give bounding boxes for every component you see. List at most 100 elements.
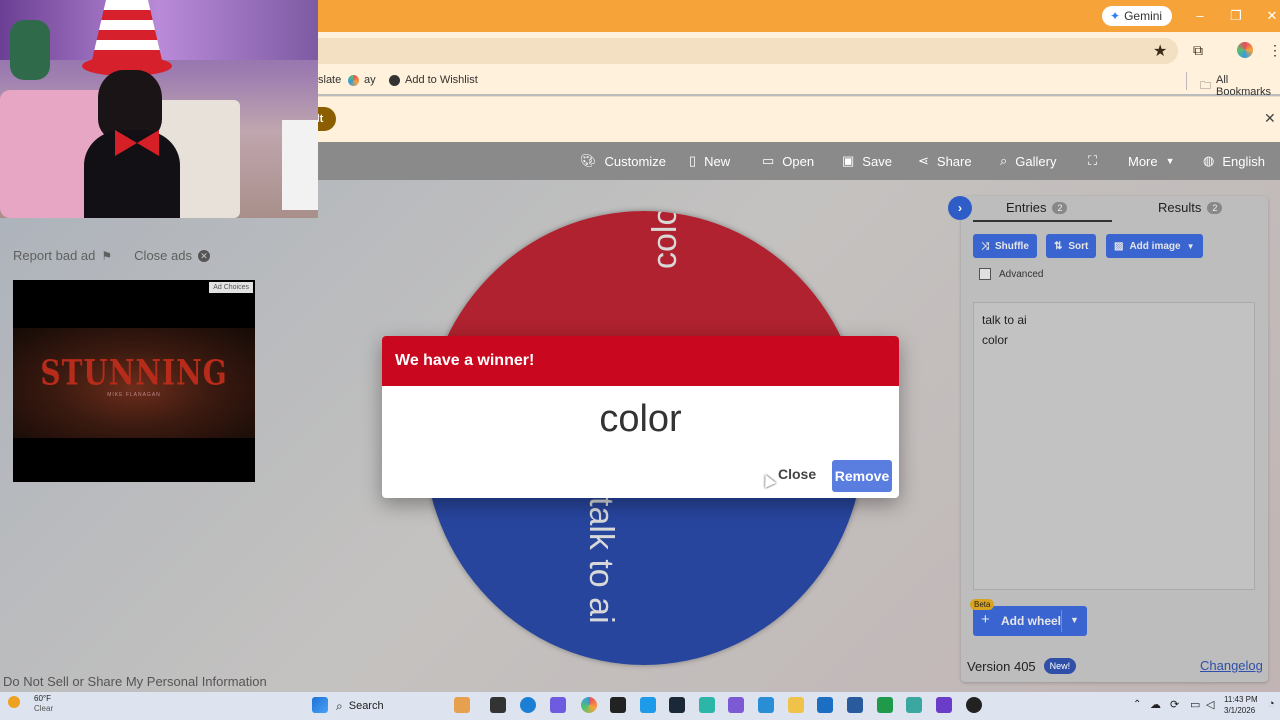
- tab-search-icon[interactable]: ⧉: [1193, 42, 1203, 59]
- privacy-link[interactable]: Do Not Sell or Share My Personal Informa…: [3, 674, 267, 689]
- taskbar-search[interactable]: ⌕ Search: [336, 696, 442, 716]
- more-button[interactable]: More ▼: [1128, 142, 1175, 180]
- wheel-segment-label: talk to ai: [582, 497, 620, 624]
- add-image-button[interactable]: ▨ Add image ▼: [1106, 234, 1203, 258]
- info-bar-close-icon[interactable]: ✕: [1264, 110, 1276, 127]
- epic-games-icon[interactable]: [610, 697, 626, 713]
- bookmark-star-icon[interactable]: ★: [1153, 41, 1167, 61]
- shuffle-button[interactable]: ⤨ Shuffle: [973, 234, 1037, 258]
- volume-icon[interactable]: ◁: [1206, 698, 1214, 711]
- webcam-card: [282, 120, 318, 210]
- steam-icon[interactable]: [669, 697, 685, 713]
- count-badge: 2: [1207, 201, 1223, 214]
- share-button[interactable]: ⋖ Share: [918, 142, 972, 180]
- entries-textarea[interactable]: talk to ai color: [973, 302, 1255, 590]
- minimize-icon[interactable]: –: [1190, 6, 1210, 26]
- close-circle-icon: ✕: [197, 249, 210, 262]
- new-badge: New!: [1043, 658, 1077, 674]
- sort-icon: ⇅: [1054, 240, 1063, 252]
- winner-text: color: [599, 398, 682, 440]
- caret-down-icon[interactable]: ▼: [1070, 615, 1079, 625]
- obs-icon[interactable]: [966, 697, 982, 713]
- app-icon[interactable]: [847, 697, 863, 713]
- gemini-label: Gemini: [1124, 9, 1163, 23]
- kebab-menu-icon[interactable]: ⋮: [1268, 42, 1280, 59]
- tab-results[interactable]: Results 2: [1158, 200, 1223, 215]
- entries-panel: Entries 2 Results 2 ⤨ Shuffle ⇅ Sort ▨ A…: [961, 196, 1268, 682]
- tray-chevron-icon[interactable]: ⌃: [1133, 699, 1141, 710]
- ad-choices-badge[interactable]: Ad Choices: [209, 282, 253, 293]
- save-button[interactable]: ▣ Save: [842, 142, 892, 180]
- ad-controls: Report bad ad ⚑ Close ads ✕: [13, 248, 210, 263]
- open-button[interactable]: ▭ Open: [762, 142, 814, 180]
- floppy-icon: ▣: [842, 153, 855, 168]
- beta-badge: Beta: [970, 599, 995, 610]
- app-icon[interactable]: [936, 697, 952, 713]
- new-button[interactable]: ▯ New: [689, 142, 730, 180]
- close-window-icon[interactable]: ✕: [1262, 6, 1280, 26]
- chrome-icon[interactable]: [581, 697, 597, 713]
- dialog-title: We have a winner!: [382, 336, 899, 386]
- winner-dialog: We have a winner! color Close Remove: [382, 336, 899, 498]
- azure-icon[interactable]: [640, 697, 656, 713]
- search-icon: ⌕: [336, 698, 343, 713]
- fullscreen-button[interactable]: ⛶: [1088, 142, 1097, 180]
- advanced-toggle[interactable]: Advanced: [979, 268, 1043, 280]
- report-bad-ad-link[interactable]: Report bad ad ⚑: [13, 248, 112, 263]
- gallery-button[interactable]: ⌕ Gallery: [1000, 142, 1056, 180]
- caret-down-icon: ▼: [1186, 241, 1195, 251]
- active-tab-indicator: [973, 220, 1112, 222]
- task-view-icon[interactable]: [490, 697, 506, 713]
- edge-icon[interactable]: [520, 697, 536, 713]
- wheel-segment-label: color: [646, 211, 684, 269]
- bookmark-item[interactable]: ay: [348, 74, 376, 86]
- notification-bell-icon[interactable]: ◔: [1268, 698, 1275, 710]
- video-ad[interactable]: Ad Choices STUNNING MIKE FLANAGAN: [13, 280, 255, 482]
- profile-avatar[interactable]: [1237, 42, 1253, 58]
- remove-button[interactable]: Remove: [832, 460, 892, 492]
- app-icon[interactable]: [906, 697, 922, 713]
- flag-icon: ⚑: [101, 248, 113, 263]
- all-bookmarks-button[interactable]: 🗀 All Bookmarks: [1200, 74, 1280, 98]
- folder-open-icon: ▭: [762, 153, 775, 168]
- add-wheel-button[interactable]: + Add wheel ▼: [973, 606, 1087, 636]
- webcam-plush: [10, 20, 50, 80]
- search-icon: ⌕: [1000, 153, 1008, 168]
- button-divider: [1061, 610, 1062, 632]
- clock-date[interactable]: 3/1/2026: [1224, 706, 1255, 715]
- collapse-panel-button[interactable]: ›: [948, 196, 972, 220]
- display-icon[interactable]: ▭: [1190, 698, 1200, 711]
- clock-time[interactable]: 11:43 PM: [1224, 695, 1258, 704]
- image-icon: ▨: [1114, 240, 1124, 252]
- widget-icon[interactable]: [454, 697, 470, 713]
- gemini-button[interactable]: ✦ Gemini: [1102, 6, 1173, 26]
- file-icon: ▯: [689, 153, 697, 168]
- close-button[interactable]: Close: [778, 466, 816, 482]
- close-ads-link[interactable]: Close ads ✕: [134, 248, 210, 263]
- bookmark-item[interactable]: slate: [318, 74, 341, 86]
- weather-widget[interactable]: [8, 696, 28, 716]
- app-icon[interactable]: [758, 697, 774, 713]
- shuffle-icon: ⤨: [981, 240, 989, 252]
- windows-start-icon[interactable]: [312, 697, 328, 713]
- xbox-icon[interactable]: [877, 697, 893, 713]
- taskbar: 60°F Clear ⌕ Search ⌃ ☁ ⟳ ▭ ◁ 11:43 PM 3…: [0, 692, 1280, 720]
- teams-icon[interactable]: [728, 697, 744, 713]
- changelog-link[interactable]: Changelog: [1200, 658, 1263, 673]
- tray-app-icon[interactable]: ⟳: [1170, 698, 1179, 711]
- sort-button[interactable]: ⇅ Sort: [1046, 234, 1097, 258]
- advanced-checkbox[interactable]: [979, 268, 991, 280]
- copilot-icon[interactable]: [550, 697, 566, 713]
- tray-app-icon[interactable]: ☁: [1150, 698, 1161, 711]
- count-badge: 2: [1052, 201, 1068, 214]
- restore-icon[interactable]: ❐: [1226, 6, 1246, 26]
- version-info: Version 405 New!: [967, 658, 1077, 674]
- weather-condition: Clear: [34, 704, 54, 713]
- bookmark-item[interactable]: Add to Wishlist: [389, 74, 478, 86]
- app-icon[interactable]: [699, 697, 715, 713]
- tab-entries[interactable]: Entries 2: [1006, 200, 1068, 215]
- file-explorer-icon[interactable]: [788, 697, 804, 713]
- language-button[interactable]: ◍ English: [1203, 142, 1265, 180]
- customize-button[interactable]: 🎨︎ Customize: [580, 142, 666, 180]
- mail-icon[interactable]: [817, 697, 833, 713]
